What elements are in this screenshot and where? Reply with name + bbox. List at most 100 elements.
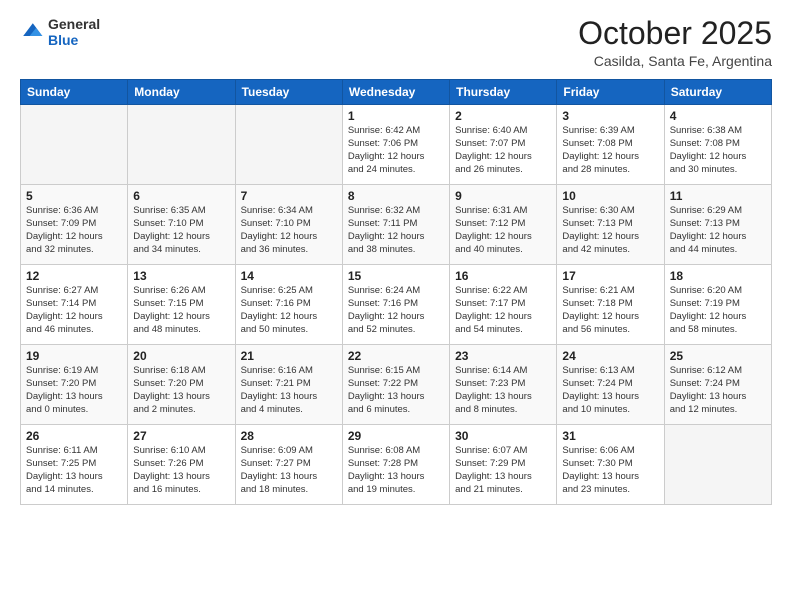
- day-info: Sunrise: 6:36 AM Sunset: 7:09 PM Dayligh…: [26, 205, 122, 256]
- day-info: Sunrise: 6:10 AM Sunset: 7:26 PM Dayligh…: [133, 445, 229, 496]
- day-info: Sunrise: 6:16 AM Sunset: 7:21 PM Dayligh…: [241, 365, 337, 416]
- table-row: [664, 425, 771, 505]
- table-row: 18Sunrise: 6:20 AM Sunset: 7:19 PM Dayli…: [664, 265, 771, 345]
- day-number: 28: [241, 429, 337, 443]
- weekday-header-row: Sunday Monday Tuesday Wednesday Thursday…: [21, 80, 772, 105]
- header-sunday: Sunday: [21, 80, 128, 105]
- day-number: 8: [348, 189, 444, 203]
- day-number: 18: [670, 269, 766, 283]
- location: Casilda, Santa Fe, Argentina: [578, 53, 772, 69]
- day-info: Sunrise: 6:24 AM Sunset: 7:16 PM Dayligh…: [348, 285, 444, 336]
- day-info: Sunrise: 6:19 AM Sunset: 7:20 PM Dayligh…: [26, 365, 122, 416]
- day-info: Sunrise: 6:32 AM Sunset: 7:11 PM Dayligh…: [348, 205, 444, 256]
- table-row: 11Sunrise: 6:29 AM Sunset: 7:13 PM Dayli…: [664, 185, 771, 265]
- table-row: 22Sunrise: 6:15 AM Sunset: 7:22 PM Dayli…: [342, 345, 449, 425]
- day-info: Sunrise: 6:39 AM Sunset: 7:08 PM Dayligh…: [562, 125, 658, 176]
- day-number: 24: [562, 349, 658, 363]
- header-saturday: Saturday: [664, 80, 771, 105]
- calendar-week-row: 5 Sunrise: 6:36 AM Sunset: 7:09 PM Daylig…: [21, 185, 772, 265]
- logo-icon: [20, 20, 44, 44]
- day-number: 3: [562, 109, 658, 123]
- calendar-week-row: 12Sunrise: 6:27 AM Sunset: 7:14 PM Dayli…: [21, 265, 772, 345]
- table-row: 26 Sunrise: 6:11 AM Sunset: 7:25 PM Dayli…: [21, 425, 128, 505]
- day-number: 27: [133, 429, 229, 443]
- table-row: 6 Sunrise: 6:35 AM Sunset: 7:10 PM Daylig…: [128, 185, 235, 265]
- calendar: Sunday Monday Tuesday Wednesday Thursday…: [20, 79, 772, 505]
- table-row: 5 Sunrise: 6:36 AM Sunset: 7:09 PM Daylig…: [21, 185, 128, 265]
- day-info: Sunrise: 6:31 AM Sunset: 7:12 PM Dayligh…: [455, 205, 551, 256]
- day-number: 26: [26, 429, 122, 443]
- day-number: 17: [562, 269, 658, 283]
- table-row: 10 Sunrise: 6:30 AM Sunset: 7:13 PM Dayli…: [557, 185, 664, 265]
- month-title: October 2025: [578, 16, 772, 51]
- table-row: 12Sunrise: 6:27 AM Sunset: 7:14 PM Dayli…: [21, 265, 128, 345]
- day-number: 15: [348, 269, 444, 283]
- day-info: Sunrise: 6:26 AM Sunset: 7:15 PM Dayligh…: [133, 285, 229, 336]
- day-number: 31: [562, 429, 658, 443]
- day-number: 16: [455, 269, 551, 283]
- logo-text: General Blue: [48, 16, 100, 48]
- day-number: 13: [133, 269, 229, 283]
- table-row: 24 Sunrise: 6:13 AM Sunset: 7:24 PM Dayli…: [557, 345, 664, 425]
- day-number: 4: [670, 109, 766, 123]
- day-info: Sunrise: 6:07 AM Sunset: 7:29 PM Dayligh…: [455, 445, 551, 496]
- day-info: Sunrise: 6:08 AM Sunset: 7:28 PM Dayligh…: [348, 445, 444, 496]
- calendar-week-row: 26 Sunrise: 6:11 AM Sunset: 7:25 PM Dayli…: [21, 425, 772, 505]
- page: General Blue October 2025 Casilda, Santa…: [0, 0, 792, 612]
- header: General Blue October 2025 Casilda, Santa…: [20, 16, 772, 69]
- table-row: 7 Sunrise: 6:34 AM Sunset: 7:10 PM Daylig…: [235, 185, 342, 265]
- day-info: Sunrise: 6:13 AM Sunset: 7:24 PM Dayligh…: [562, 365, 658, 416]
- header-wednesday: Wednesday: [342, 80, 449, 105]
- day-number: 29: [348, 429, 444, 443]
- table-row: [235, 105, 342, 185]
- table-row: 13 Sunrise: 6:26 AM Sunset: 7:15 PM Dayli…: [128, 265, 235, 345]
- day-info: Sunrise: 6:21 AM Sunset: 7:18 PM Dayligh…: [562, 285, 658, 336]
- table-row: 4 Sunrise: 6:38 AM Sunset: 7:08 PM Daylig…: [664, 105, 771, 185]
- day-info: Sunrise: 6:14 AM Sunset: 7:23 PM Dayligh…: [455, 365, 551, 416]
- day-info: Sunrise: 6:42 AM Sunset: 7:06 PM Dayligh…: [348, 125, 444, 176]
- table-row: 9 Sunrise: 6:31 AM Sunset: 7:12 PM Daylig…: [450, 185, 557, 265]
- header-monday: Monday: [128, 80, 235, 105]
- day-number: 14: [241, 269, 337, 283]
- table-row: 21 Sunrise: 6:16 AM Sunset: 7:21 PM Dayli…: [235, 345, 342, 425]
- day-info: Sunrise: 6:38 AM Sunset: 7:08 PM Dayligh…: [670, 125, 766, 176]
- table-row: 28 Sunrise: 6:09 AM Sunset: 7:27 PM Dayli…: [235, 425, 342, 505]
- day-number: 11: [670, 189, 766, 203]
- day-number: 19: [26, 349, 122, 363]
- table-row: 14 Sunrise: 6:25 AM Sunset: 7:16 PM Dayli…: [235, 265, 342, 345]
- table-row: 17 Sunrise: 6:21 AM Sunset: 7:18 PM Dayli…: [557, 265, 664, 345]
- table-row: 25Sunrise: 6:12 AM Sunset: 7:24 PM Dayli…: [664, 345, 771, 425]
- day-number: 10: [562, 189, 658, 203]
- header-friday: Friday: [557, 80, 664, 105]
- calendar-week-row: 19 Sunrise: 6:19 AM Sunset: 7:20 PM Dayli…: [21, 345, 772, 425]
- day-number: 20: [133, 349, 229, 363]
- day-info: Sunrise: 6:35 AM Sunset: 7:10 PM Dayligh…: [133, 205, 229, 256]
- day-number: 6: [133, 189, 229, 203]
- day-info: Sunrise: 6:18 AM Sunset: 7:20 PM Dayligh…: [133, 365, 229, 416]
- day-info: Sunrise: 6:25 AM Sunset: 7:16 PM Dayligh…: [241, 285, 337, 336]
- day-number: 12: [26, 269, 122, 283]
- table-row: 23Sunrise: 6:14 AM Sunset: 7:23 PM Dayli…: [450, 345, 557, 425]
- day-info: Sunrise: 6:22 AM Sunset: 7:17 PM Dayligh…: [455, 285, 551, 336]
- day-info: Sunrise: 6:34 AM Sunset: 7:10 PM Dayligh…: [241, 205, 337, 256]
- table-row: 27 Sunrise: 6:10 AM Sunset: 7:26 PM Dayli…: [128, 425, 235, 505]
- table-row: 3 Sunrise: 6:39 AM Sunset: 7:08 PM Daylig…: [557, 105, 664, 185]
- table-row: [128, 105, 235, 185]
- day-number: 7: [241, 189, 337, 203]
- table-row: 19 Sunrise: 6:19 AM Sunset: 7:20 PM Dayli…: [21, 345, 128, 425]
- calendar-week-row: 1Sunrise: 6:42 AM Sunset: 7:06 PM Daylig…: [21, 105, 772, 185]
- title-block: October 2025 Casilda, Santa Fe, Argentin…: [578, 16, 772, 69]
- day-number: 9: [455, 189, 551, 203]
- table-row: 1Sunrise: 6:42 AM Sunset: 7:06 PM Daylig…: [342, 105, 449, 185]
- day-info: Sunrise: 6:11 AM Sunset: 7:25 PM Dayligh…: [26, 445, 122, 496]
- table-row: 2Sunrise: 6:40 AM Sunset: 7:07 PM Daylig…: [450, 105, 557, 185]
- day-info: Sunrise: 6:09 AM Sunset: 7:27 PM Dayligh…: [241, 445, 337, 496]
- day-info: Sunrise: 6:06 AM Sunset: 7:30 PM Dayligh…: [562, 445, 658, 496]
- logo: General Blue: [20, 16, 100, 48]
- day-number: 5: [26, 189, 122, 203]
- header-thursday: Thursday: [450, 80, 557, 105]
- table-row: 31 Sunrise: 6:06 AM Sunset: 7:30 PM Dayli…: [557, 425, 664, 505]
- day-number: 21: [241, 349, 337, 363]
- day-info: Sunrise: 6:30 AM Sunset: 7:13 PM Dayligh…: [562, 205, 658, 256]
- table-row: 30Sunrise: 6:07 AM Sunset: 7:29 PM Dayli…: [450, 425, 557, 505]
